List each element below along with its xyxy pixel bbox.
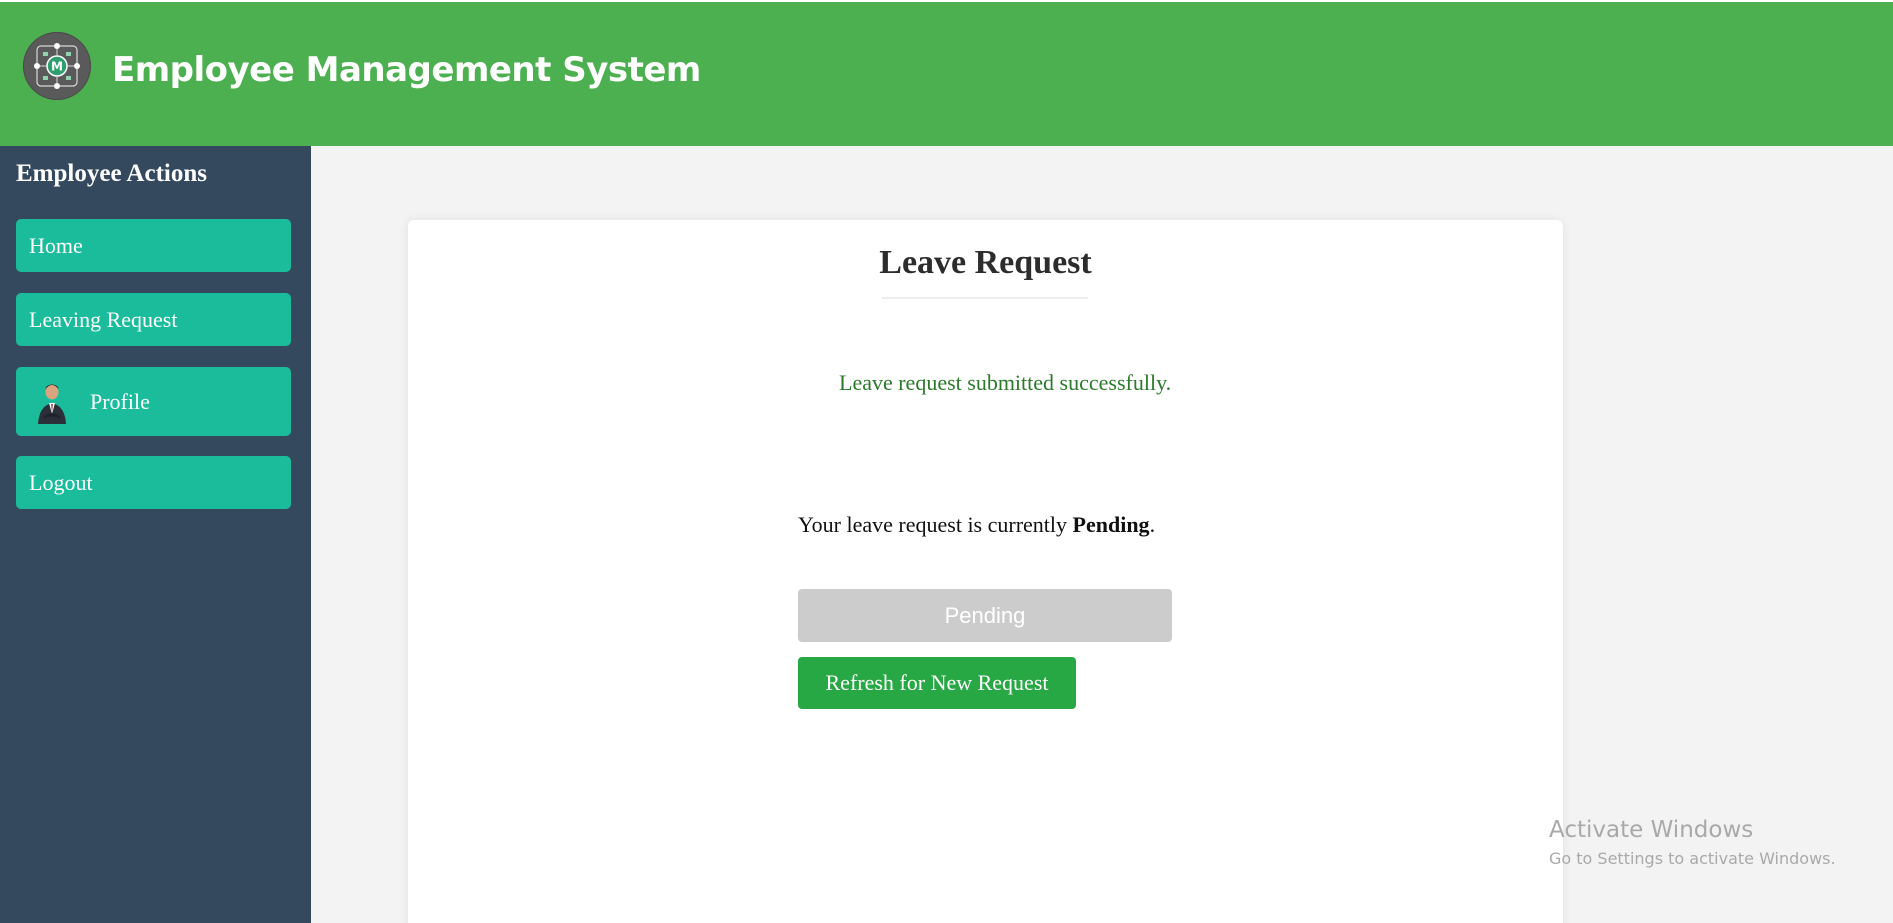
sidebar-title: Employee Actions [16, 160, 207, 187]
refresh-request-button[interactable]: Refresh for New Request [798, 657, 1076, 709]
sidebar: Employee Actions Home Leaving Request Pr… [0, 146, 311, 923]
sidebar-item-leaving-request[interactable]: Leaving Request [16, 293, 291, 346]
app-title: Employee Management System [112, 50, 701, 90]
status-text: Your leave request is currently Pending. [798, 512, 1155, 538]
sidebar-item-label: Home [29, 232, 83, 258]
sidebar-item-home[interactable]: Home [16, 219, 291, 272]
sidebar-item-label: Leaving Request [29, 306, 178, 332]
status-prefix: Your leave request is currently [798, 512, 1068, 537]
avatar [35, 379, 69, 424]
watermark-title: Activate Windows [1549, 817, 1754, 843]
watermark-subtitle: Go to Settings to activate Windows. [1549, 849, 1836, 868]
sidebar-item-logout[interactable]: Logout [16, 456, 291, 509]
windows-activation-watermark: Activate Windows Go to Settings to activ… [1549, 817, 1836, 868]
sidebar-item-label: Profile [90, 388, 150, 414]
page-title: Leave Request [879, 244, 1092, 281]
pending-status-button[interactable]: Pending [798, 589, 1172, 642]
status-value: Pending [1072, 512, 1150, 537]
title-divider [882, 297, 1088, 299]
status-suffix: . [1149, 512, 1156, 537]
sidebar-item-profile[interactable]: Profile [16, 367, 291, 436]
company-logo-icon: M [23, 32, 91, 100]
svg-text:M: M [51, 60, 63, 74]
success-message: Leave request submitted successfully. [839, 370, 1172, 395]
header-bar: M Employee Management System [0, 0, 1893, 146]
sidebar-item-label: Logout [29, 469, 93, 495]
leave-request-card: Leave Request Leave request submitted su… [408, 220, 1563, 923]
